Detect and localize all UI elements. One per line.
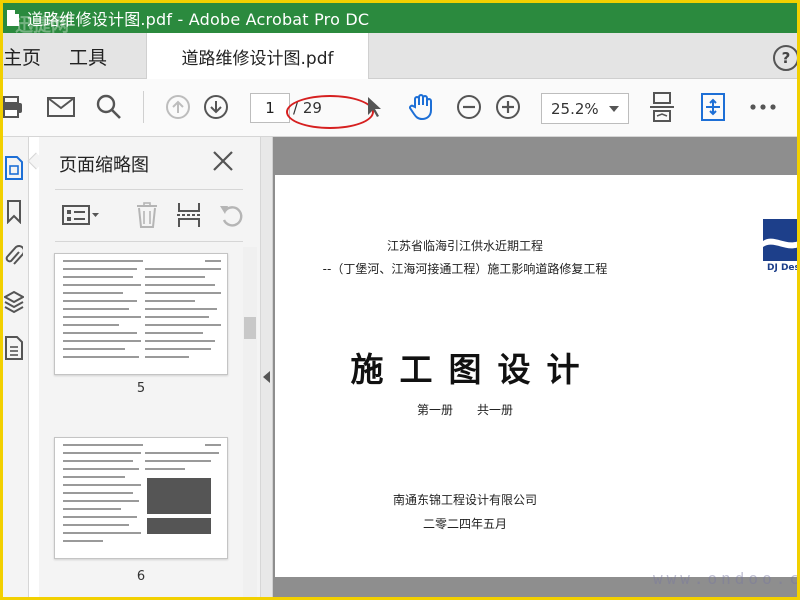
more-options-icon[interactable] [749, 93, 777, 121]
company-logo-text: DJ Desi [767, 263, 797, 273]
zoom-level-dropdown[interactable]: 25.2% [541, 93, 629, 124]
fit-page-icon[interactable] [648, 92, 676, 122]
chevron-down-icon [609, 106, 619, 112]
doc-project-line: 江苏省临海引江供水近期工程 [386, 239, 543, 253]
full-screen-icon[interactable] [699, 93, 727, 121]
toolbar-divider [143, 91, 144, 123]
panel-divider [55, 189, 243, 190]
page-thumbnails-icon[interactable] [3, 153, 25, 183]
extract-pages-icon[interactable] [175, 201, 203, 229]
tab-home[interactable]: 主页 [3, 43, 41, 70]
rotate-icon[interactable] [217, 201, 245, 229]
search-icon[interactable] [95, 93, 123, 121]
thumbnail-page-number: 5 [136, 381, 146, 396]
previous-page-icon[interactable] [164, 93, 192, 121]
document-view[interactable]: 江苏省临海引江供水近期工程 --（丁堡河、江海河接通工程）施工影响道路修复工程 … [273, 137, 797, 597]
layers-icon[interactable] [3, 287, 25, 317]
tab-bar: 主页 工具 道路维修设计图.pdf ? [3, 33, 797, 79]
doc-subtitle-line: --（丁堡河、江海河接通工程）施工影响道路修复工程 [322, 262, 608, 276]
page-thumbnails-panel: 页面缩略图 5 6 [39, 137, 261, 597]
pdf-page: 江苏省临海引江供水近期工程 --（丁堡河、江海河接通工程）施工影响道路修复工程 … [275, 175, 797, 577]
document-properties-icon[interactable] [3, 333, 25, 363]
thumbnail-list: 5 6 [41, 247, 237, 597]
trash-icon[interactable] [133, 201, 161, 229]
close-icon[interactable] [211, 149, 235, 173]
main-toolbar: 1 / 29 25.2% [3, 79, 797, 137]
page-thumbnail[interactable] [54, 253, 228, 375]
thumbnail-options-icon[interactable] [61, 201, 101, 229]
panel-toolbar [55, 195, 255, 235]
watermark-text: www.ondoo.com [653, 569, 797, 588]
thumbnail-page-number: 6 [136, 569, 146, 584]
next-page-icon[interactable] [202, 93, 230, 121]
select-cursor-icon[interactable] [360, 93, 388, 121]
panel-collapse-handle[interactable] [261, 137, 273, 597]
thumbnail-scrollbar[interactable] [243, 247, 257, 597]
page-number-input[interactable]: 1 [250, 93, 290, 123]
app-window: 道路维修设计图.pdf - Adobe Acrobat Pro DC 迅捷网 主… [3, 3, 797, 597]
scrollbar-thumb[interactable] [244, 317, 256, 339]
zoom-in-icon[interactable] [494, 93, 522, 121]
hand-tool-icon[interactable] [407, 93, 435, 121]
tab-document[interactable]: 道路维修设计图.pdf [146, 33, 369, 79]
email-icon[interactable] [47, 93, 75, 121]
doc-date: 二零二四年五月 [422, 517, 507, 531]
doc-main-title: 施工图设计 [350, 350, 596, 389]
panel-title: 页面缩略图 [59, 155, 149, 176]
help-button[interactable]: ? [773, 45, 797, 71]
left-navigation-pane [3, 137, 29, 597]
title-bar: 道路维修设计图.pdf - Adobe Acrobat Pro DC 迅捷网 [3, 3, 797, 36]
doc-company: 南通东锦工程设计有限公司 [392, 493, 537, 507]
bookmark-icon[interactable] [3, 197, 25, 227]
zoom-level-value: 25.2% [551, 99, 599, 118]
collapse-arrow-icon [263, 371, 270, 383]
window-title: 道路维修设计图.pdf - Adobe Acrobat Pro DC [27, 10, 370, 29]
panel-divider [55, 241, 243, 242]
print-icon[interactable] [3, 93, 25, 121]
doc-volume: 第一册 共一册 [416, 403, 513, 417]
attachment-icon[interactable] [3, 241, 25, 271]
page-thumbnail[interactable] [54, 437, 228, 559]
tab-tools[interactable]: 工具 [69, 43, 107, 70]
company-logo [763, 219, 797, 261]
zoom-out-icon[interactable] [455, 93, 483, 121]
